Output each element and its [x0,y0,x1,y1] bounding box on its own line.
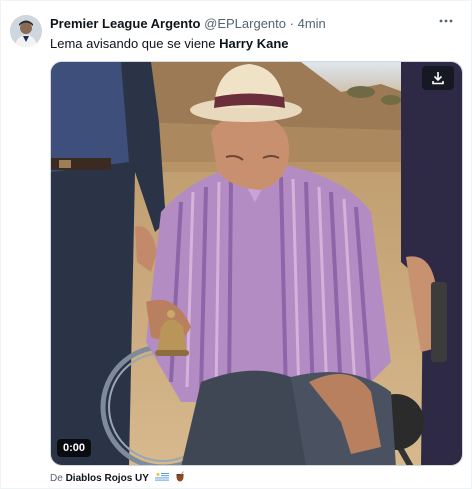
more-options-icon[interactable] [435,13,457,31]
separator: · [289,16,294,31]
download-icon[interactable] [422,66,454,90]
tweet-text: Lema avisando que se viene Harry Kane [50,35,455,52]
attribution-source[interactable]: Diablos Rojos UY [66,473,149,484]
tweet-card[interactable]: Premier League Argento @EPLargento · 4mi… [0,0,472,489]
tweet-header: Premier League Argento @EPLargento · 4mi… [50,15,431,33]
avatar[interactable] [10,15,42,47]
author-handle[interactable]: @EPLargento [204,16,286,31]
tweet-text-bold: Harry Kane [219,36,289,51]
attribution: De Diablos Rojos UY [50,471,185,487]
video-player[interactable]: 0:00 [50,61,463,466]
attribution-prefix: De [50,473,63,484]
uruguay-flag-icon [154,472,169,487]
author-name[interactable]: Premier League Argento [50,16,201,31]
tweet-text-plain: Lema avisando que se viene [50,36,220,51]
video-timecode: 0:00 [57,439,92,457]
video-frame [51,62,462,465]
mate-icon [175,471,185,487]
timestamp[interactable]: 4min [298,16,326,31]
